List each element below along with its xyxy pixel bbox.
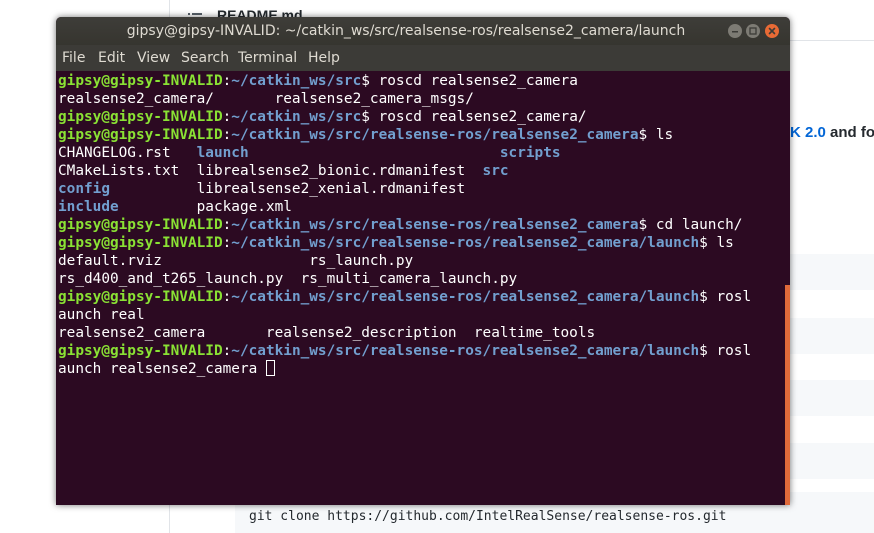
sdk-trailing-text: and fo: [825, 124, 874, 141]
text-cursor: [265, 360, 275, 376]
prompt-user: gipsy@gipsy-INVALID: [58, 73, 223, 89]
prompt-user: gipsy@gipsy-INVALID: [58, 217, 223, 233]
prompt-path: ~/catkin_ws/src/realsense-ros/realsense2…: [231, 235, 700, 251]
prompt-path: ~/catkin_ws/src/realsense-ros/realsense2…: [231, 217, 639, 233]
git-clone-command: git clone https://github.com/IntelRealSe…: [249, 509, 727, 524]
menu-file[interactable]: File: [62, 45, 85, 71]
column-gap: [119, 199, 197, 215]
prompt-user: gipsy@gipsy-INVALID: [58, 127, 223, 143]
ls-output-row: default.rviz rs_launch.py: [58, 253, 414, 269]
terminal-output[interactable]: gipsy@gipsy-INVALID:~/catkin_ws/src$ ros…: [56, 71, 790, 505]
command-text: $ roscd realsense2_camera/: [361, 109, 587, 125]
completion-suggestions: realsense2_camera realsense2_description…: [58, 325, 596, 341]
column-gap: [171, 145, 197, 161]
minimize-button[interactable]: [728, 24, 742, 38]
file-name: package.xml: [196, 199, 292, 215]
column-gap: [465, 163, 482, 179]
directory-name: config: [58, 181, 110, 197]
ls-output-row: config librealsense2_xenial.rdmanifest: [58, 180, 780, 198]
prompt-user: gipsy@gipsy-INVALID: [58, 235, 223, 251]
prompt-path: ~/catkin_ws/src/realsense-ros/realsense2…: [231, 127, 639, 143]
column-gap: [179, 163, 196, 179]
command-text: $ ls: [699, 235, 734, 251]
file-name: librealsense2_bionic.rdmanifest: [196, 163, 466, 179]
menu-help[interactable]: Help: [308, 45, 340, 71]
directory-name: include: [58, 199, 119, 215]
terminal-window[interactable]: gipsy@gipsy-INVALID: ~/catkin_ws/src/rea…: [56, 17, 790, 505]
scrollbar[interactable]: [784, 71, 790, 505]
file-name: CHANGELOG.rst: [58, 145, 171, 161]
command-text: $ roscd realsense2_camera: [361, 73, 578, 89]
command-text: $ cd launch/: [638, 217, 743, 233]
terminal-line: gipsy@gipsy-INVALID:~/catkin_ws/src/real…: [58, 127, 674, 143]
maximize-icon: [749, 27, 757, 35]
file-name: CMakeLists.txt: [58, 163, 180, 179]
title-bar[interactable]: gipsy@gipsy-INVALID: ~/catkin_ws/src/rea…: [56, 17, 790, 45]
ls-output-row: CHANGELOG.rst launch scripts: [58, 144, 780, 162]
terminal-line: gipsy@gipsy-INVALID:~/catkin_ws/src/real…: [58, 235, 734, 251]
terminal-line: aunch real: [58, 307, 145, 323]
close-button[interactable]: [765, 24, 779, 38]
scrollbar-thumb[interactable]: [785, 285, 790, 505]
command-input[interactable]: aunch realsense2_camera: [58, 361, 266, 377]
terminal-line: realsense2_camera/ realsense2_camera_msg…: [58, 91, 474, 107]
menu-search[interactable]: Search: [181, 45, 229, 71]
prompt-path: ~/catkin_ws/src/realsense-ros/realsense2…: [231, 289, 700, 305]
terminal-input-line[interactable]: aunch realsense2_camera: [58, 360, 780, 378]
menu-terminal[interactable]: Terminal: [238, 45, 297, 71]
terminal-line: gipsy@gipsy-INVALID:~/catkin_ws/src/real…: [58, 343, 752, 359]
terminal-line: gipsy@gipsy-INVALID:~/catkin_ws/src/real…: [58, 217, 743, 233]
close-icon: [768, 27, 776, 35]
window-title: gipsy@gipsy-INVALID: ~/catkin_ws/src/rea…: [126, 23, 686, 39]
directory-name: launch: [196, 145, 249, 161]
prompt-path: ~/catkin_ws/src: [231, 109, 362, 125]
ls-output-row: CMakeLists.txt librealsense2_bionic.rdma…: [58, 162, 780, 180]
sdk-text: K 2.0 and fo: [790, 124, 874, 141]
sdk-link[interactable]: K 2.0: [790, 124, 826, 141]
prompt-user: gipsy@gipsy-INVALID: [58, 109, 223, 125]
terminal-line: gipsy@gipsy-INVALID:~/catkin_ws/src$ ros…: [58, 73, 578, 89]
prompt-path: ~/catkin_ws/src/realsense-ros/realsense2…: [231, 343, 700, 359]
prompt-user: gipsy@gipsy-INVALID: [58, 343, 223, 359]
prompt-user: gipsy@gipsy-INVALID: [58, 289, 223, 305]
minimize-icon: [732, 31, 738, 33]
terminal-line: gipsy@gipsy-INVALID:~/catkin_ws/src/real…: [58, 289, 752, 305]
directory-name: scripts: [499, 145, 561, 161]
menu-bar: File Edit View Search Terminal Help: [56, 45, 790, 71]
column-gap: [110, 181, 197, 197]
directory-name: src: [482, 163, 509, 179]
ls-output-row: include package.xml: [58, 198, 780, 216]
maximize-button[interactable]: [746, 24, 760, 38]
file-name: librealsense2_xenial.rdmanifest: [196, 181, 466, 197]
command-text: $ rosl: [699, 289, 752, 305]
menu-edit[interactable]: Edit: [98, 45, 125, 71]
menu-view[interactable]: View: [137, 45, 170, 71]
ls-output-row: rs_d400_and_t265_launch.py rs_multi_came…: [58, 271, 518, 287]
column-gap: [249, 145, 500, 161]
command-text: $ rosl: [699, 343, 752, 359]
command-text: $ ls: [638, 127, 674, 143]
terminal-line: gipsy@gipsy-INVALID:~/catkin_ws/src$ ros…: [58, 109, 587, 125]
prompt-path: ~/catkin_ws/src: [231, 73, 362, 89]
